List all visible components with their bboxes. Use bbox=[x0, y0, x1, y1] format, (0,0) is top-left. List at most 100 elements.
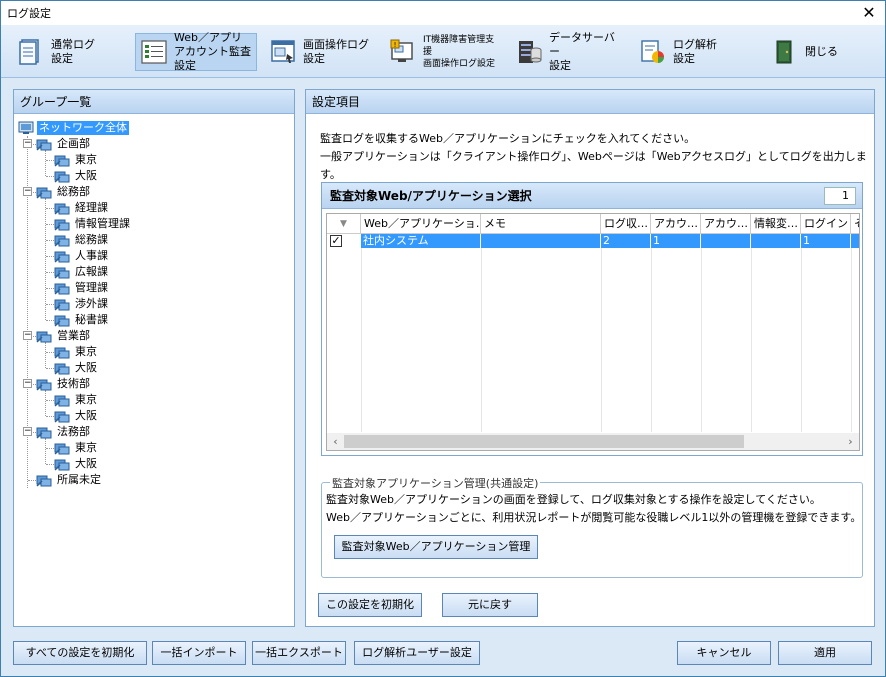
tree-item[interactable]: 渉外課 bbox=[54, 296, 110, 312]
tree-item-label: 渉外課 bbox=[75, 297, 108, 310]
scroll-left-icon[interactable]: ‹ bbox=[327, 433, 344, 450]
tree-item-label: ネットワーク全体 bbox=[37, 121, 129, 135]
grid-title: 監査対象Web/アプリケーション選択 1 bbox=[322, 183, 862, 209]
toolbar-label: 画面操作ログ 設定 bbox=[303, 38, 369, 65]
chart-icon bbox=[639, 38, 667, 66]
bulk-import-button[interactable]: 一括インポート bbox=[152, 641, 246, 665]
group-text-2: Web／アプリケーションごとに、利用状況レポートが閲覧可能な役職レベル1以外の管… bbox=[326, 511, 862, 524]
column-header-account-1[interactable]: アカウ… bbox=[651, 214, 701, 234]
column-header-app[interactable]: Web／アプリケーショ… bbox=[361, 214, 481, 234]
tree-connector bbox=[46, 208, 54, 209]
group-folder-icon bbox=[54, 457, 70, 471]
collapse-icon[interactable]: − bbox=[23, 139, 32, 148]
tree-item-label: 大阪 bbox=[75, 169, 97, 182]
row-checkbox[interactable]: ✓ bbox=[330, 235, 342, 247]
tree-connector bbox=[45, 198, 46, 320]
grid-table: ▼ Web／アプリケーショ… メモ ログ収… アカウ… アカウ… 情報変… ログ… bbox=[326, 213, 860, 451]
toolbar-it-device-screen-log-button[interactable]: ! IT機器障害管理支援 画面操作ログ設定 bbox=[385, 33, 501, 71]
column-header-account-2[interactable]: アカウ… bbox=[701, 214, 751, 234]
cancel-button[interactable]: キャンセル bbox=[677, 641, 771, 665]
toolbar-data-server-button[interactable]: データサーバー 設定 bbox=[511, 31, 621, 72]
toolbar: 通常ログ 設定 Web／アプリ アカウント監査設定 画面操作ログ 設定 ! IT… bbox=[1, 25, 885, 78]
scroll-thumb[interactable] bbox=[344, 435, 744, 448]
group-folder-icon bbox=[54, 361, 70, 375]
tree-connector bbox=[46, 464, 54, 465]
tree-item[interactable]: 総務部 bbox=[36, 184, 92, 200]
tree-item[interactable]: 大阪 bbox=[54, 456, 99, 472]
tree-item-label: 所属未定 bbox=[57, 473, 101, 486]
app-management-group: 監査対象アプリケーション管理(共通設定) 監査対象Web／アプリケーションの画面… bbox=[321, 475, 863, 578]
tree-connector bbox=[46, 240, 54, 241]
app-management-button[interactable]: 監査対象Web／アプリケーション管理 bbox=[334, 535, 538, 559]
toolbar-label: Web／アプリ アカウント監査設定 bbox=[174, 31, 251, 72]
sort-column-header[interactable]: ▼ bbox=[327, 214, 361, 234]
tree-item[interactable]: 総務課 bbox=[54, 232, 110, 248]
toolbar-screen-log-button[interactable]: 画面操作ログ 設定 bbox=[265, 33, 375, 71]
tree-connector bbox=[45, 390, 46, 416]
group-folder-icon bbox=[54, 201, 70, 215]
tree-item[interactable]: 経理課 bbox=[54, 200, 110, 216]
tree-connector bbox=[46, 256, 54, 257]
grid-line bbox=[601, 234, 602, 432]
tree-item-label: 広報課 bbox=[75, 265, 108, 278]
tree-connector bbox=[45, 342, 46, 368]
log-analysis-user-button[interactable]: ログ解析ユーザー設定 bbox=[354, 641, 480, 665]
tree-item[interactable]: 大阪 bbox=[54, 168, 99, 184]
toolbar-label: 通常ログ 設定 bbox=[51, 38, 95, 65]
tree-item[interactable]: 東京 bbox=[54, 344, 99, 360]
bulk-export-button[interactable]: 一括エクスポート bbox=[252, 641, 346, 665]
tree-item-label: 営業部 bbox=[57, 329, 90, 342]
grid-line bbox=[851, 234, 852, 432]
horizontal-scrollbar[interactable]: ‹ › bbox=[327, 433, 859, 450]
group-folder-icon bbox=[36, 377, 52, 391]
group-folder-icon bbox=[54, 345, 70, 359]
tree-item[interactable]: 広報課 bbox=[54, 264, 110, 280]
tree-item-label: 企画部 bbox=[57, 137, 90, 150]
tree-item[interactable]: 企画部 bbox=[36, 136, 92, 152]
tree-item[interactable]: 情報管理課 bbox=[54, 216, 132, 232]
tree-item-label: 大阪 bbox=[75, 409, 97, 422]
tree-connector bbox=[46, 448, 54, 449]
column-header-log[interactable]: ログ収… bbox=[601, 214, 651, 234]
column-header-other[interactable]: そ bbox=[851, 214, 859, 234]
reset-settings-button[interactable]: この設定を初期化 bbox=[318, 593, 422, 617]
tree-connector bbox=[28, 480, 36, 481]
scroll-right-icon[interactable]: › bbox=[842, 433, 859, 450]
tree-item[interactable]: ネットワーク全体 bbox=[18, 120, 129, 136]
info-line-2: 一般アプリケーションは「クライアント操作ログ」、Webページは「Webアクセスロ… bbox=[320, 150, 867, 181]
tree-item-label: 総務部 bbox=[57, 185, 90, 198]
revert-button[interactable]: 元に戻す bbox=[442, 593, 538, 617]
column-header-memo[interactable]: メモ bbox=[481, 214, 601, 234]
collapse-icon[interactable]: − bbox=[23, 187, 32, 196]
column-header-info-change[interactable]: 情報変… bbox=[751, 214, 801, 234]
tree-item[interactable]: 管理課 bbox=[54, 280, 110, 296]
tree-item[interactable]: 大阪 bbox=[54, 408, 99, 424]
tree-item-label: 経理課 bbox=[75, 201, 108, 214]
column-header-login[interactable]: ログイン bbox=[801, 214, 851, 234]
collapse-icon[interactable]: − bbox=[23, 331, 32, 340]
tree-item[interactable]: 技術部 bbox=[36, 376, 92, 392]
tree-item[interactable]: 法務部 bbox=[36, 424, 92, 440]
tree-item[interactable]: 東京 bbox=[54, 152, 99, 168]
tree-item[interactable]: 人事課 bbox=[54, 248, 110, 264]
toolbar-close-button[interactable]: 閉じる bbox=[767, 33, 847, 71]
tree-item[interactable]: 営業部 bbox=[36, 328, 92, 344]
close-icon[interactable]: ✕ bbox=[859, 3, 879, 23]
apply-button[interactable]: 適用 bbox=[778, 641, 872, 665]
tree-item-label: 情報管理課 bbox=[75, 217, 130, 230]
tree-item[interactable]: 所属未定 bbox=[36, 472, 103, 488]
exit-icon bbox=[771, 38, 799, 66]
toolbar-web-app-audit-button[interactable]: Web／アプリ アカウント監査設定 bbox=[135, 31, 257, 72]
collapse-icon[interactable]: − bbox=[23, 427, 32, 436]
tree-item[interactable]: 大阪 bbox=[54, 360, 99, 376]
tree-item[interactable]: 東京 bbox=[54, 392, 99, 408]
reset-all-button[interactable]: すべての設定を初期化 bbox=[13, 641, 147, 665]
collapse-icon[interactable]: − bbox=[23, 379, 32, 388]
tree-item[interactable]: 東京 bbox=[54, 440, 99, 456]
tree-item[interactable]: 秘書課 bbox=[54, 312, 110, 328]
group-folder-icon bbox=[54, 153, 70, 167]
toolbar-log-analysis-button[interactable]: ログ解析 設定 bbox=[635, 33, 735, 71]
toolbar-label: 閉じる bbox=[805, 45, 838, 58]
grid-line bbox=[361, 234, 362, 432]
toolbar-normal-log-button[interactable]: 通常ログ 設定 bbox=[13, 33, 123, 71]
